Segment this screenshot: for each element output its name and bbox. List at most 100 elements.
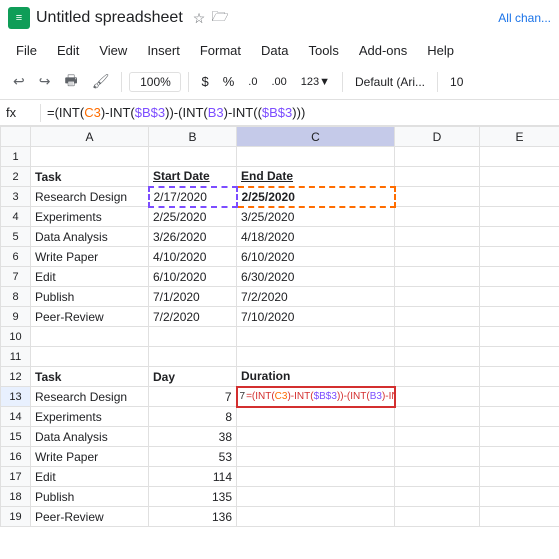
cell-e18[interactable] bbox=[480, 487, 559, 507]
cell-b2[interactable]: Start Date bbox=[149, 167, 237, 187]
cell-a18[interactable]: Publish bbox=[31, 487, 149, 507]
col-header-c[interactable]: C bbox=[237, 127, 395, 147]
menu-file[interactable]: File bbox=[8, 41, 45, 60]
zoom-select[interactable]: 100% bbox=[129, 72, 181, 92]
col-header-d[interactable]: D bbox=[395, 127, 480, 147]
cell-a16[interactable]: Write Paper bbox=[31, 447, 149, 467]
cell-b10[interactable] bbox=[149, 327, 237, 347]
cell-c17[interactable] bbox=[237, 467, 395, 487]
cell-d5[interactable] bbox=[395, 227, 480, 247]
cell-b3[interactable]: 2/17/2020 bbox=[149, 187, 237, 207]
cell-a9[interactable]: Peer-Review bbox=[31, 307, 149, 327]
cell-a17[interactable]: Edit bbox=[31, 467, 149, 487]
cell-e13[interactable] bbox=[480, 387, 559, 407]
cell-e8[interactable] bbox=[480, 287, 559, 307]
menu-help[interactable]: Help bbox=[419, 41, 462, 60]
cell-d16[interactable] bbox=[395, 447, 480, 467]
cell-d9[interactable] bbox=[395, 307, 480, 327]
cell-c15[interactable] bbox=[237, 427, 395, 447]
cell-b16[interactable]: 53 bbox=[149, 447, 237, 467]
currency-button[interactable]: $ bbox=[196, 72, 213, 91]
cell-e9[interactable] bbox=[480, 307, 559, 327]
cell-c11[interactable] bbox=[237, 347, 395, 367]
cell-b17[interactable]: 114 bbox=[149, 467, 237, 487]
cell-c1[interactable] bbox=[237, 147, 395, 167]
cell-a8[interactable]: Publish bbox=[31, 287, 149, 307]
cell-c13[interactable]: 7=(INT(C3)-INT($B$3))-(INT(B3)-INT(($B$3… bbox=[237, 387, 395, 407]
cell-d13[interactable] bbox=[395, 387, 480, 407]
cell-a7[interactable]: Edit bbox=[31, 267, 149, 287]
cell-d14[interactable] bbox=[395, 407, 480, 427]
menu-tools[interactable]: Tools bbox=[300, 41, 346, 60]
cell-b8[interactable]: 7/1/2020 bbox=[149, 287, 237, 307]
cell-c4[interactable]: 3/25/2020 bbox=[237, 207, 395, 227]
cell-b12[interactable]: Day bbox=[149, 367, 237, 387]
menu-edit[interactable]: Edit bbox=[49, 41, 87, 60]
cell-b13[interactable]: 7 bbox=[149, 387, 237, 407]
cell-a10[interactable] bbox=[31, 327, 149, 347]
cell-e6[interactable] bbox=[480, 247, 559, 267]
cell-e16[interactable] bbox=[480, 447, 559, 467]
cell-c19[interactable] bbox=[237, 507, 395, 527]
cell-c3[interactable]: 2/25/2020 bbox=[237, 187, 395, 207]
menu-data[interactable]: Data bbox=[253, 41, 296, 60]
cell-a2[interactable]: Task bbox=[31, 167, 149, 187]
col-header-e[interactable]: E bbox=[480, 127, 559, 147]
cell-d2[interactable] bbox=[395, 167, 480, 187]
cell-b14[interactable]: 8 bbox=[149, 407, 237, 427]
more-formats-button[interactable]: 123▼ bbox=[296, 74, 335, 90]
cell-a3[interactable]: Research Design bbox=[31, 187, 149, 207]
decimal-remove-button[interactable]: .0 bbox=[243, 74, 262, 90]
cell-d17[interactable] bbox=[395, 467, 480, 487]
cell-c9[interactable]: 7/10/2020 bbox=[237, 307, 395, 327]
cell-e3[interactable] bbox=[480, 187, 559, 207]
print-button[interactable]: 🖶 bbox=[59, 67, 82, 97]
cell-b1[interactable] bbox=[149, 147, 237, 167]
cell-d8[interactable] bbox=[395, 287, 480, 307]
cell-b15[interactable]: 38 bbox=[149, 427, 237, 447]
cell-e17[interactable] bbox=[480, 467, 559, 487]
cell-e5[interactable] bbox=[480, 227, 559, 247]
cell-e7[interactable] bbox=[480, 267, 559, 287]
font-size-select[interactable]: 10 bbox=[445, 72, 473, 92]
font-family-select[interactable]: Default (Ari... bbox=[350, 72, 430, 92]
cell-c18[interactable] bbox=[237, 487, 395, 507]
redo-button[interactable]: ↪ bbox=[34, 70, 56, 93]
all-changes-link[interactable]: All chan... bbox=[498, 11, 551, 25]
cell-b7[interactable]: 6/10/2020 bbox=[149, 267, 237, 287]
cell-b4[interactable]: 2/25/2020 bbox=[149, 207, 237, 227]
cell-d4[interactable] bbox=[395, 207, 480, 227]
cell-a15[interactable]: Data Analysis bbox=[31, 427, 149, 447]
spreadsheet-title[interactable]: Untitled spreadsheet bbox=[36, 9, 183, 27]
star-icon[interactable]: ☆ bbox=[193, 10, 206, 27]
cell-b6[interactable]: 4/10/2020 bbox=[149, 247, 237, 267]
cell-e2[interactable] bbox=[480, 167, 559, 187]
menu-addons[interactable]: Add-ons bbox=[351, 41, 415, 60]
cell-d1[interactable] bbox=[395, 147, 480, 167]
cell-e4[interactable] bbox=[480, 207, 559, 227]
cell-b11[interactable] bbox=[149, 347, 237, 367]
cell-a12[interactable]: Task bbox=[31, 367, 149, 387]
cell-e14[interactable] bbox=[480, 407, 559, 427]
cell-d6[interactable] bbox=[395, 247, 480, 267]
folder-icon[interactable]: 🗁 bbox=[211, 6, 228, 30]
menu-insert[interactable]: Insert bbox=[139, 41, 188, 60]
cell-e10[interactable] bbox=[480, 327, 559, 347]
cell-e11[interactable] bbox=[480, 347, 559, 367]
cell-d11[interactable] bbox=[395, 347, 480, 367]
percent-button[interactable]: % bbox=[218, 72, 240, 91]
cell-d3[interactable] bbox=[395, 187, 480, 207]
cell-c2[interactable]: End Date bbox=[237, 167, 395, 187]
cell-c12[interactable]: Duration bbox=[237, 367, 395, 387]
cell-b5[interactable]: 3/26/2020 bbox=[149, 227, 237, 247]
cell-c6[interactable]: 6/10/2020 bbox=[237, 247, 395, 267]
formula-content[interactable]: =(INT(C3)-INT($B$3))-(INT(B3)-INT(($B$3)… bbox=[47, 105, 553, 120]
cell-a19[interactable]: Peer-Review bbox=[31, 507, 149, 527]
cell-e15[interactable] bbox=[480, 427, 559, 447]
cell-a14[interactable]: Experiments bbox=[31, 407, 149, 427]
cell-d12[interactable] bbox=[395, 367, 480, 387]
cell-b19[interactable]: 136 bbox=[149, 507, 237, 527]
cell-c5[interactable]: 4/18/2020 bbox=[237, 227, 395, 247]
cell-c8[interactable]: 7/2/2020 bbox=[237, 287, 395, 307]
cell-a13[interactable]: Research Design bbox=[31, 387, 149, 407]
